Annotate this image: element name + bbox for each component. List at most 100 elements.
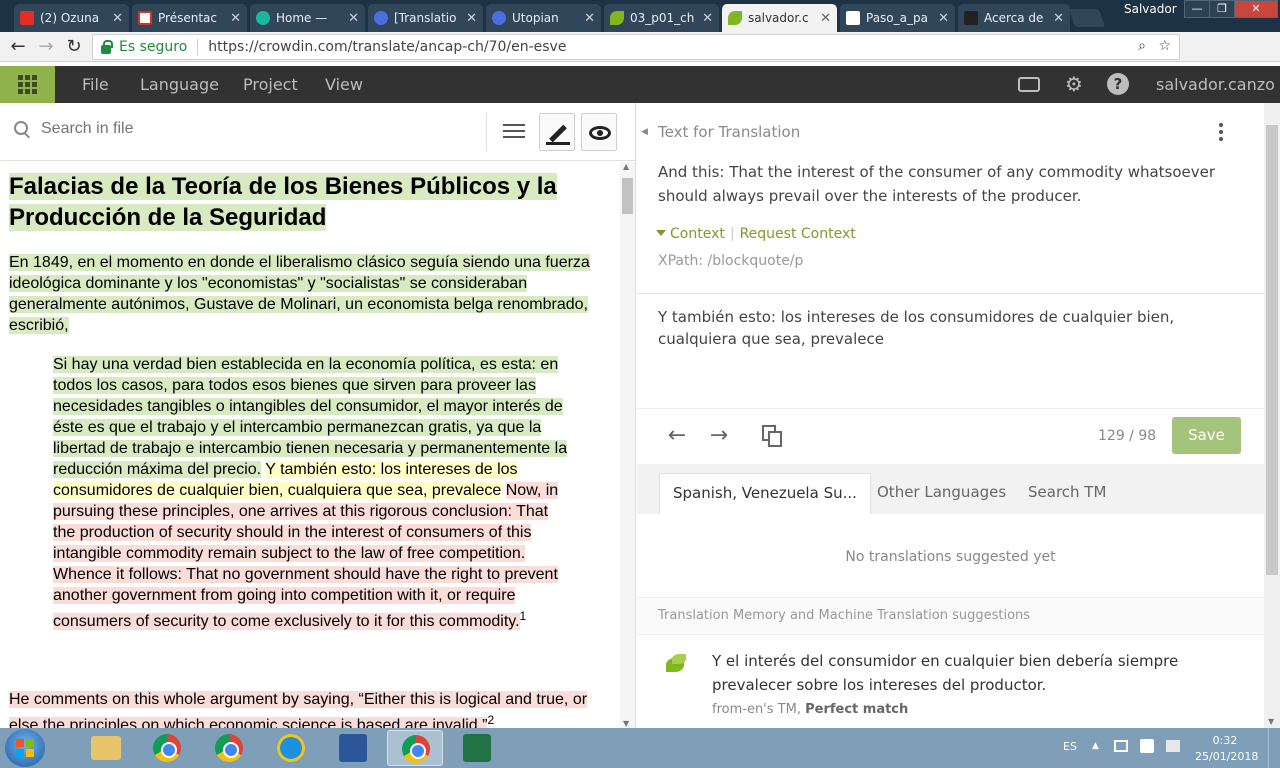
tab-title: [Translatio bbox=[394, 11, 457, 25]
scroll-down-icon[interactable]: ▼ bbox=[1268, 717, 1274, 726]
show-desktop-button[interactable] bbox=[1268, 728, 1280, 768]
url-path: /translate/ancap-ch/70/en-esve bbox=[347, 39, 567, 55]
translated-string[interactable]: Falacias de la Teoría de los Bienes Públ… bbox=[9, 173, 557, 231]
copy-source-icon[interactable] bbox=[762, 425, 782, 447]
search-input[interactable] bbox=[41, 120, 441, 138]
network-icon[interactable] bbox=[1114, 740, 1128, 752]
untranslated-string[interactable]: He comments on this whole argument by sa… bbox=[9, 691, 588, 728]
scrollbar-thumb[interactable] bbox=[622, 178, 633, 214]
footnote-marker[interactable]: 1 bbox=[520, 609, 527, 623]
tab-title: Présentac bbox=[158, 11, 217, 25]
footnote-marker[interactable]: 2 bbox=[487, 713, 494, 727]
back-arrow-icon[interactable]: ← bbox=[8, 37, 28, 57]
menu-file[interactable]: File bbox=[82, 66, 109, 103]
caret-down-icon[interactable] bbox=[656, 230, 666, 236]
gear-icon[interactable]: ⚙ bbox=[1062, 72, 1086, 96]
list-view-icon[interactable] bbox=[503, 122, 525, 140]
tm-match-label: Perfect match bbox=[805, 702, 909, 717]
translated-string[interactable]: En 1849, en el momento en donde el liber… bbox=[9, 254, 590, 334]
taskbar-internet-explorer[interactable] bbox=[263, 730, 319, 766]
tab-search-tm[interactable]: Search TM bbox=[1015, 473, 1119, 514]
reload-icon[interactable]: ↻ bbox=[64, 37, 84, 57]
browser-tab[interactable]: 03_p01_ch ✕ bbox=[604, 4, 719, 32]
browser-tab[interactable]: Utopian ✕ bbox=[486, 4, 601, 32]
edit-mode-button[interactable] bbox=[539, 113, 575, 151]
close-icon[interactable]: ✕ bbox=[820, 11, 831, 26]
close-icon[interactable]: ✕ bbox=[230, 11, 241, 26]
browser-tab[interactable]: Présentac ✕ bbox=[132, 4, 247, 32]
taskbar-chrome[interactable] bbox=[139, 730, 195, 766]
tab-other-languages[interactable]: Other Languages bbox=[864, 473, 1019, 514]
browser-tab-active[interactable]: salvador.c ✕ bbox=[722, 4, 837, 32]
taskbar-excel[interactable] bbox=[449, 730, 505, 766]
next-string-icon[interactable]: → bbox=[706, 423, 732, 449]
bookmark-star-icon[interactable]: ☆ bbox=[1158, 38, 1171, 54]
new-tab-button[interactable] bbox=[1068, 9, 1106, 27]
close-icon[interactable]: ✕ bbox=[1053, 11, 1064, 26]
start-button[interactable] bbox=[5, 729, 45, 767]
collapse-left-icon[interactable]: ◀ bbox=[641, 127, 648, 137]
request-context-link[interactable]: Request Context bbox=[740, 226, 856, 242]
tm-suggestion[interactable]: Y el interés del consumidor en cualquier… bbox=[712, 649, 1257, 697]
taskbar-word[interactable] bbox=[325, 730, 381, 766]
taskbar-explorer[interactable] bbox=[77, 730, 133, 766]
site-icon bbox=[256, 11, 270, 25]
close-icon[interactable]: ✕ bbox=[112, 11, 123, 26]
restore-button[interactable]: ❐ bbox=[1209, 0, 1235, 18]
close-icon[interactable]: ✕ bbox=[938, 11, 949, 26]
browser-tab[interactable]: Home — ✕ bbox=[250, 4, 365, 32]
divider bbox=[637, 293, 1264, 294]
url-text[interactable]: https://crowdin.com/translate/ancap-ch/7… bbox=[208, 39, 566, 55]
tray-expand-icon[interactable]: ▲ bbox=[1092, 741, 1099, 751]
scroll-up-icon[interactable]: ▲ bbox=[623, 162, 629, 171]
profile-name[interactable]: Salvador bbox=[1124, 2, 1177, 16]
keyboard-icon[interactable] bbox=[1018, 77, 1040, 92]
close-icon[interactable]: ✕ bbox=[466, 11, 477, 26]
menu-language[interactable]: Language bbox=[140, 66, 219, 103]
xpath-label: XPath: /blockquote/p bbox=[658, 253, 804, 269]
forward-arrow-icon[interactable]: → bbox=[36, 37, 56, 57]
gmail-icon bbox=[138, 11, 152, 25]
scrollbar-thumb[interactable] bbox=[1266, 125, 1278, 575]
help-icon[interactable]: ? bbox=[1107, 73, 1129, 95]
crowdin-icon bbox=[728, 11, 742, 25]
system-clock[interactable]: 0:32 25/01/2018 bbox=[1195, 733, 1258, 765]
app-top-bar: File Language Project View ⚙ ? salvador.… bbox=[0, 66, 1280, 103]
close-icon[interactable]: ✕ bbox=[702, 11, 713, 26]
browser-tab[interactable]: Acerca de ✕ bbox=[958, 4, 1070, 32]
untranslated-string[interactable]: Whence it follows: That no government sh… bbox=[53, 566, 558, 631]
save-button[interactable]: Save bbox=[1172, 417, 1241, 454]
taskbar-chrome[interactable] bbox=[201, 730, 257, 766]
input-language[interactable]: ES bbox=[1063, 740, 1077, 753]
tab-language-suggestions[interactable]: Spanish, Venezuela Su... bbox=[659, 473, 871, 514]
address-bar[interactable]: Es seguro https://crowdin.com/translate/… bbox=[92, 34, 1180, 60]
document-blockquote: Si hay una verdad bien establecida en la… bbox=[53, 354, 573, 632]
volume-icon[interactable] bbox=[1166, 740, 1180, 752]
action-center-icon[interactable] bbox=[1140, 739, 1154, 753]
apps-grid-button[interactable] bbox=[0, 66, 55, 103]
browser-tab[interactable]: (2) Ozuna ✕ bbox=[14, 4, 129, 32]
browser-tab[interactable]: Paso_a_pa ✕ bbox=[840, 4, 955, 32]
preview-mode-button[interactable] bbox=[581, 113, 617, 151]
menu-view[interactable]: View bbox=[325, 66, 363, 103]
translation-textarea[interactable]: Y también esto: los intereses de los con… bbox=[658, 306, 1248, 350]
excel-icon bbox=[463, 734, 491, 762]
close-icon[interactable]: ✕ bbox=[584, 11, 595, 26]
document-scrollbar[interactable]: ▲ ▼ bbox=[620, 162, 635, 728]
taskbar-chrome-active[interactable] bbox=[387, 730, 443, 766]
scroll-down-icon[interactable]: ▼ bbox=[623, 719, 629, 728]
previous-string-icon[interactable]: ← bbox=[664, 423, 690, 449]
zoom-icon[interactable]: ⌕ bbox=[1138, 38, 1146, 54]
utopian-icon bbox=[374, 11, 388, 25]
browser-tab[interactable]: [Translatio ✕ bbox=[368, 4, 483, 32]
context-link[interactable]: Context bbox=[670, 226, 725, 242]
translated-string[interactable]: Si hay una verdad bien establecida en la… bbox=[53, 356, 568, 478]
panel-scrollbar[interactable]: ▼ bbox=[1264, 103, 1280, 728]
close-window-button[interactable]: ✕ bbox=[1234, 0, 1278, 18]
username[interactable]: salvador.canzo bbox=[1156, 66, 1275, 103]
menu-project[interactable]: Project bbox=[243, 66, 298, 103]
pencil-icon bbox=[549, 124, 567, 143]
more-options-icon[interactable] bbox=[1219, 123, 1223, 141]
minimize-button[interactable]: — bbox=[1184, 0, 1210, 18]
close-icon[interactable]: ✕ bbox=[348, 11, 359, 26]
